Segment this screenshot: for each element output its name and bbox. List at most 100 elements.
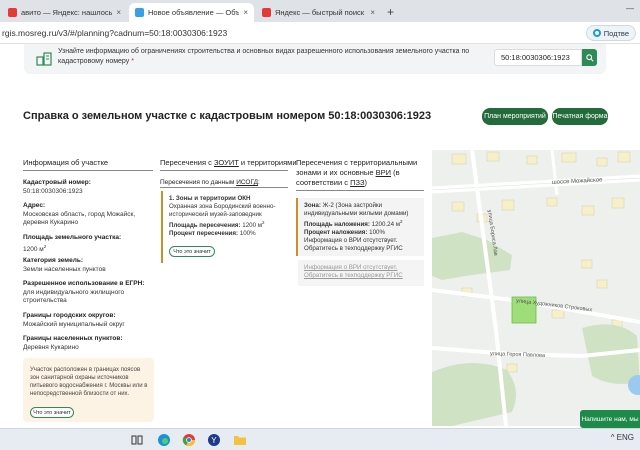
isogd-prefix: Пересечения по данным	[160, 179, 237, 186]
info-banner: Узнайте информацию об ограничениях строи…	[24, 44, 606, 74]
vri-link[interactable]: ВРИ	[376, 168, 391, 177]
yandex-favicon-icon	[8, 8, 17, 17]
system-tray[interactable]: ^ ENG	[611, 433, 634, 442]
close-tab-icon[interactable]: ×	[243, 8, 248, 17]
extension-icon	[592, 29, 601, 37]
new-tab-button[interactable]: +	[387, 5, 394, 19]
okn-percent: Процент пересечения: 100%	[169, 230, 288, 238]
file-explorer-icon[interactable]	[233, 433, 247, 447]
tab-title: Новое объявление — Объявл	[148, 8, 240, 17]
notice-text: Участок расположен в границах поясов зон…	[30, 367, 148, 397]
area-unit-sup: 2	[43, 243, 47, 249]
address-block: Адрес: Московская область, город Можайск…	[23, 202, 158, 228]
settlement-value: Деревня Кукарино	[23, 343, 79, 351]
chrome-browser-icon[interactable]	[182, 433, 196, 447]
cadnum-value: 50:18:0030306:1923	[23, 187, 83, 195]
divider	[160, 187, 288, 188]
isogd-link[interactable]: ИСОГД	[236, 179, 258, 186]
yandex-favicon-icon	[262, 8, 271, 17]
close-tab-icon[interactable]: ×	[370, 8, 375, 17]
contact-support-2: Обратитесь в техподдержку РГИС	[304, 272, 403, 279]
tab-title: Яндекс — быстрый поиск в инт	[275, 8, 366, 17]
area-number: 1200 м	[23, 245, 44, 253]
okn-zone-title: 1. Зоны и территории ОКН	[169, 195, 251, 202]
search-icon	[585, 53, 594, 62]
okn-percent-value: 100%	[238, 230, 256, 238]
pzz-link[interactable]: ПЗЗ	[350, 178, 364, 187]
okn-area-label: Площадь пересечения:	[169, 222, 241, 230]
sanitary-zone-notice: Участок расположен в границах поясов зон…	[23, 358, 154, 422]
zones-text: (в	[390, 168, 400, 177]
print-button[interactable]: Печатная форма	[552, 108, 608, 125]
contact-support: Обратитесь в техподдержку РГИС	[304, 245, 403, 253]
zone-overlap: Площадь наложения: 1200.24 м2	[304, 218, 424, 229]
required-mark: *	[131, 58, 134, 65]
category-value: Земли населенных пунктов	[23, 265, 106, 273]
overlap-sup: 2	[400, 219, 403, 224]
chat-button[interactable]: Напишите нам, мы	[580, 410, 640, 428]
extension-label: Подтве	[603, 28, 629, 38]
zone-label: Зона:	[304, 202, 321, 209]
address-label: Адрес:	[23, 202, 46, 209]
district-block: Границы городских округов: Можайский мун…	[23, 312, 158, 329]
district-label: Границы городских округов:	[23, 312, 116, 319]
search-button[interactable]	[582, 49, 597, 66]
zones-title-line2: зонами и их основные ВРИ (в	[296, 168, 436, 178]
url-field[interactable]: rgis.mosreg.ru/v3/#/planning?cadnum=50:1…	[2, 28, 227, 38]
banner-text: Узнайте информацию об ограничениях строи…	[58, 47, 478, 67]
taskbar: Y ^ ENG	[0, 428, 640, 450]
browser-tab-2[interactable]: Новое объявление — Объявл ×	[129, 3, 254, 22]
address-value: Московская область, город Можайск, дерев…	[23, 210, 136, 227]
zone-percent-label: Процент наложения:	[304, 229, 368, 237]
page-title: Справка о земельном участке с кадастровы…	[23, 110, 432, 122]
info-column-title: Информация об участке	[23, 158, 109, 167]
address-bar: rgis.mosreg.ru/v3/#/planning?cadnum=50:1…	[0, 22, 640, 44]
close-tab-icon[interactable]: ×	[116, 8, 121, 17]
zone-card: Зона: Ж-2 (Зона застройки индивидуальным…	[296, 198, 424, 256]
map-canvas[interactable]: шоссе Можайское улица Художников Строков…	[432, 150, 640, 426]
okn-zone-desc: Охранная зона Бородинский военно-историч…	[169, 203, 276, 218]
okn-area-sup: 2	[262, 220, 265, 225]
use-block: Разрешенное использование в ЕГРН: для ин…	[23, 280, 158, 306]
area-block: Площадь земельного участка: 1200 м2	[23, 234, 158, 254]
district-value: Можайский муниципальный округ	[23, 320, 125, 328]
svg-text:Y: Y	[211, 436, 217, 445]
yandex-browser-icon[interactable]: Y	[207, 433, 221, 447]
extension-button[interactable]: Подтве	[585, 25, 636, 41]
zouit-prefix: Пересечения с	[160, 158, 214, 167]
cadnum-label: Кадастровый номер:	[23, 179, 91, 186]
parcel-map[interactable]: шоссе Можайское улица Художников Строков…	[432, 150, 640, 426]
zouit-suffix: и территориями	[238, 158, 297, 167]
avito-favicon-icon	[135, 8, 144, 17]
what-it-means-button[interactable]: Что это значит	[30, 407, 74, 418]
overlap-label: Площадь наложения:	[304, 221, 370, 229]
overlap-value: 1200.24 м	[369, 221, 401, 229]
zouit-column-title: Пересечения с ЗОУИТ и территориями	[160, 158, 297, 168]
okn-what-it-means-button[interactable]: Что это значит	[169, 246, 215, 257]
browser-tab-3[interactable]: Яндекс — быстрый поиск в инт ×	[256, 3, 381, 22]
task-view-icon[interactable]	[130, 433, 144, 447]
zones-text: )	[364, 178, 368, 187]
zones-column-title: Пересечения с территориальными зонами и …	[296, 158, 436, 188]
browser-tab-1[interactable]: авито — Яндекс: нашлось 5 тыс ×	[2, 3, 127, 22]
use-value: для индивидуального жилищного строительс…	[23, 288, 125, 305]
divider	[23, 170, 153, 171]
tab-title: авито — Яндекс: нашлось 5 тыс	[21, 8, 113, 17]
zone-card-2[interactable]: Информация о ВРИ отсутствует. Обратитесь…	[298, 260, 424, 286]
okn-area: Площадь пересечения: 1200 м2	[169, 219, 288, 230]
minimize-button[interactable]: —	[626, 4, 634, 13]
settlement-block: Границы населенных пунктов: Деревня Кука…	[23, 335, 158, 352]
cadnum-search-input[interactable]: 50:18:0030306:1923	[494, 49, 582, 66]
zouit-link[interactable]: ЗОУИТ	[214, 158, 239, 167]
plan-button[interactable]: План мероприятий	[482, 108, 548, 125]
okn-zone-card: 1. Зоны и территории ОКН Охранная зона Б…	[161, 191, 288, 263]
edge-browser-icon[interactable]	[157, 433, 171, 447]
zones-title-line1: Пересечения с территориальными	[296, 158, 418, 167]
zones-title-line3: соответствии с ПЗЗ)	[296, 178, 436, 188]
zones-text: зонами и их основные	[296, 168, 376, 177]
map-buildings-icon	[36, 52, 52, 66]
divider	[160, 170, 288, 171]
category-block: Категория земель: Земли населенных пункт…	[23, 257, 158, 274]
use-label: Разрешенное использование в ЕГРН:	[23, 280, 145, 287]
okn-percent-label: Процент пересечения:	[169, 230, 239, 238]
